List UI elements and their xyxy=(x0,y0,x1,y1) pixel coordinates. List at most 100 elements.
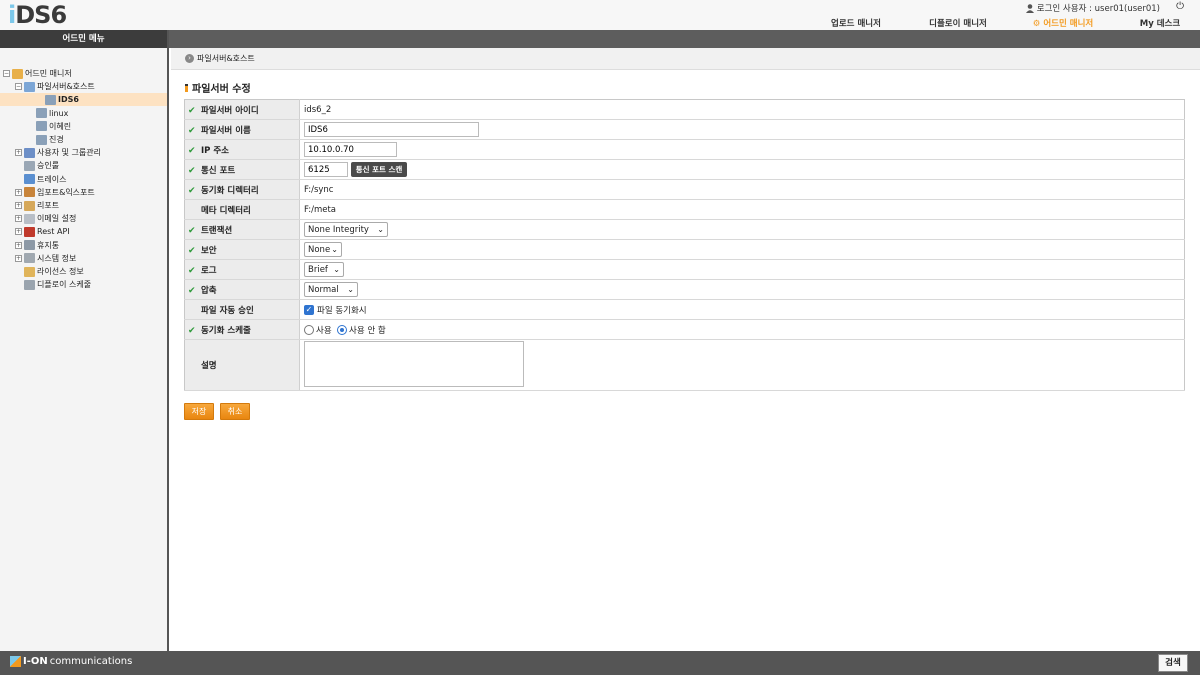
tree-item[interactable]: + 시스템 정보 xyxy=(15,252,76,265)
expand-icon[interactable]: + xyxy=(15,241,22,249)
label-text: IP 주소 xyxy=(200,145,229,156)
description-textarea[interactable] xyxy=(304,341,524,387)
breadcrumb-arrow-icon: › xyxy=(185,54,194,63)
label-sync-dir: ✔ 동기화 디렉터리 xyxy=(184,179,300,200)
label-text: 파일 자동 승인 xyxy=(200,305,254,316)
tree-item-label: 임포트&익스포트 xyxy=(37,187,95,197)
breadcrumb-label[interactable]: 파일서버&호스트 xyxy=(197,53,255,64)
tree-item[interactable]: 진경 xyxy=(27,133,64,146)
server-name-input[interactable] xyxy=(304,122,479,137)
label-text: 압축 xyxy=(200,285,217,296)
label-server-name: ✔ 파일서버 이름 xyxy=(184,119,300,140)
port-scan-button[interactable]: 통신 포트 스캔 xyxy=(350,162,408,177)
tree-item-label: 시스템 정보 xyxy=(37,253,77,263)
ion-logo-text: communications xyxy=(49,656,133,667)
server-icon xyxy=(36,134,47,145)
radio-not-use[interactable] xyxy=(337,325,348,335)
clock-icon xyxy=(24,279,35,290)
tree-item[interactable]: 디플로이 스케줄 xyxy=(15,278,91,291)
ids6-logo[interactable]: i DS6 xyxy=(8,3,67,27)
compression-select[interactable]: Normal ⌄ xyxy=(304,282,358,297)
cancel-button[interactable]: 취소 xyxy=(220,403,250,420)
tree-item[interactable]: 트레이스 xyxy=(15,173,66,186)
value-server-name-cell xyxy=(299,119,1185,140)
top-bar: i DS6 로그인 사용자 : user01(user01) ⏻ 업로드 매니저… xyxy=(0,0,1200,30)
power-icon[interactable]: ⏻ xyxy=(1176,1,1184,12)
header-bar xyxy=(0,30,1200,48)
label-text: 동기화 스케줄 xyxy=(200,325,251,336)
expand-icon[interactable]: + xyxy=(15,188,22,196)
label-ip: ✔ IP 주소 xyxy=(184,139,300,160)
value-ip-cell xyxy=(299,139,1185,160)
label-auto-approve: 파일 자동 승인 xyxy=(184,299,300,320)
tree-item-label: 라이선스 정보 xyxy=(37,267,84,276)
tree-item[interactable]: IDS6 xyxy=(0,93,167,107)
login-info: 로그인 사용자 : user01(user01) xyxy=(1025,2,1160,14)
tree-item[interactable]: + 리포트 xyxy=(15,199,59,212)
port-input[interactable] xyxy=(304,162,348,177)
tree-item[interactable]: 이혜린 xyxy=(27,120,71,133)
label-compression: ✔ 압축 xyxy=(184,279,300,300)
transaction-select[interactable]: None Integrity ⌄ xyxy=(304,222,388,237)
form-row-transaction: ✔ 트랜잭션 None Integrity ⌄ xyxy=(184,219,1185,240)
expand-icon[interactable]: + xyxy=(15,149,22,157)
nav-admin-manager-label: 어드민 매니저 xyxy=(1043,19,1094,29)
trace-icon xyxy=(24,174,35,185)
label-text: 파일서버 이름 xyxy=(200,125,251,136)
tree-item[interactable]: + 사용자 및 그룹관리 xyxy=(15,146,101,159)
users-icon xyxy=(24,147,35,158)
auto-approve-checkbox[interactable]: ✓ xyxy=(304,305,314,315)
approval-icon xyxy=(24,160,35,171)
api-icon xyxy=(24,226,35,237)
radio-use[interactable] xyxy=(304,325,314,335)
expand-icon[interactable]: + xyxy=(15,228,22,236)
collapse-icon[interactable]: − xyxy=(15,83,22,91)
tree-item[interactable]: + Rest API xyxy=(15,225,70,238)
label-text: 트랜잭션 xyxy=(200,225,233,236)
footer: I-ON communications 검색 xyxy=(0,651,1200,675)
form-row-meta-dir: 메타 디렉터리 F:/meta xyxy=(184,199,1185,220)
nav-admin-manager[interactable]: ⚙ 어드민 매니저 xyxy=(1018,17,1108,29)
server-icon xyxy=(45,94,56,105)
chevron-down-icon: ⌄ xyxy=(347,285,354,294)
security-select[interactable]: None ⌄ xyxy=(304,242,342,257)
check-icon: ✔ xyxy=(188,225,196,236)
label-security: ✔ 보안 xyxy=(184,239,300,260)
tree-item-label: 리포트 xyxy=(37,201,60,210)
tree-item[interactable]: − 어드민 매니저 xyxy=(3,67,72,80)
tree-item[interactable]: 승인룰 xyxy=(15,159,59,172)
label-transaction: ✔ 트랜잭션 xyxy=(184,219,300,240)
nav-my-desk[interactable]: My 데스크 xyxy=(1120,17,1200,29)
label-text: 동기화 디렉터리 xyxy=(200,185,259,196)
tree-item[interactable]: 라이선스 정보 xyxy=(15,265,84,278)
tree-item[interactable]: + 휴지통 xyxy=(15,239,59,252)
check-icon: ✔ xyxy=(188,285,196,296)
tree-item[interactable]: + 이메일 설정 xyxy=(15,212,76,225)
value-description-cell xyxy=(299,339,1185,391)
server-icon xyxy=(36,121,47,132)
form-row-log: ✔ 로그 Brief ⌄ xyxy=(184,259,1185,280)
expand-icon[interactable]: + xyxy=(15,202,22,209)
security-select-value: None xyxy=(308,244,331,255)
gear-icon: ⚙ xyxy=(1032,19,1044,29)
log-select[interactable]: Brief ⌄ xyxy=(304,262,344,277)
collapse-icon[interactable]: − xyxy=(3,70,10,77)
expand-icon[interactable]: + xyxy=(15,215,22,223)
label-log: ✔ 로그 xyxy=(184,259,300,280)
tree-item-label: 휴지통 xyxy=(37,240,60,250)
expand-icon[interactable]: + xyxy=(15,254,22,262)
search-button[interactable]: 검색 xyxy=(1158,654,1188,672)
tree-item-label: 트레이스 xyxy=(37,174,67,184)
system-info-icon xyxy=(24,253,35,264)
label-text: 설명 xyxy=(200,361,217,371)
tree-item[interactable]: linux xyxy=(27,107,68,120)
nav-deploy-manager[interactable]: 디플로이 매니저 xyxy=(910,17,1006,29)
check-icon: ✔ xyxy=(188,245,196,256)
tree-item[interactable]: + 임포트&익스포트 xyxy=(15,186,95,199)
ion-logo-bold: I-ON xyxy=(23,656,48,667)
check-icon: ✔ xyxy=(188,185,196,196)
nav-upload-manager[interactable]: 업로드 매니저 xyxy=(816,17,896,29)
ip-input[interactable] xyxy=(304,142,397,157)
tree-item[interactable]: − 파일서버&호스트 xyxy=(15,80,95,93)
save-button[interactable]: 저장 xyxy=(184,403,214,420)
